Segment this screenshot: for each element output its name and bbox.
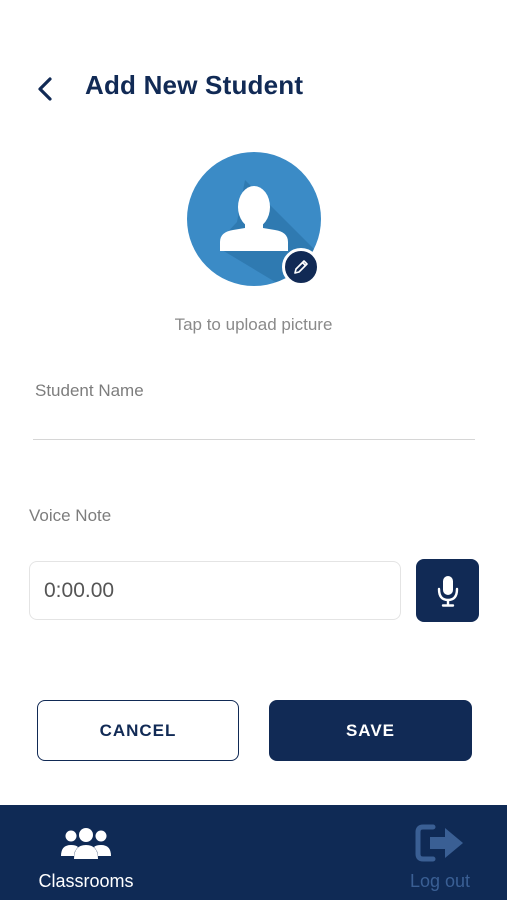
edit-avatar-button[interactable] [282,248,320,286]
microphone-icon [437,575,458,607]
student-name-input[interactable] [33,402,475,440]
voice-note-time: 0:00.00 [44,578,115,602]
record-voice-button[interactable] [416,559,479,622]
back-button[interactable] [28,72,62,106]
nav-label-logout: Log out [409,871,471,891]
avatar-upload[interactable] [187,152,321,286]
chevron-left-icon [38,77,52,101]
page-title: Add New Student [85,70,304,100]
student-name-label: Student Name [35,381,144,400]
pencil-icon [294,260,308,274]
nav-item-classrooms[interactable]: Classrooms [26,805,146,900]
voice-note-label: Voice Note [29,506,112,525]
cancel-button[interactable]: CANCEL [37,700,239,761]
nav-item-logout[interactable]: Log out [395,805,485,900]
upload-hint: Tap to upload picture [174,315,333,334]
logout-icon [415,824,463,862]
nav-label-classrooms: Classrooms [38,871,134,891]
voice-note-timer: 0:00.00 [29,561,401,620]
bottom-navigation: Classrooms Log out [0,805,507,900]
people-icon [61,828,111,859]
save-button[interactable]: SAVE [269,700,472,761]
